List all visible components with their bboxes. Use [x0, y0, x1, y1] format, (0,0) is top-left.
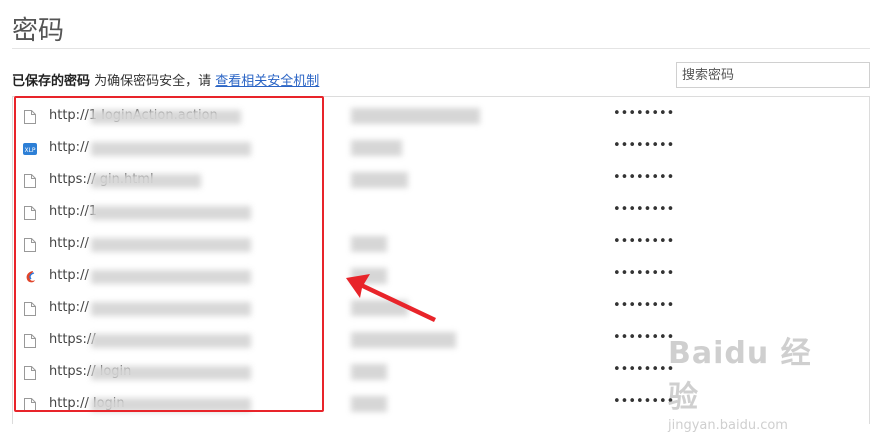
username-redacted [351, 108, 480, 124]
security-notice-text: 为确保密码安全，请 [90, 74, 216, 89]
password-dots: •••••••• [613, 394, 675, 409]
search-password-input[interactable] [676, 62, 870, 88]
saved-passwords-label: 已保存的密码 [12, 74, 91, 89]
password-dots: •••••••• [613, 234, 675, 249]
watermark-url: jingyan.baidu.com [668, 418, 788, 433]
page-title: 密码 [12, 16, 65, 46]
username-redacted [351, 236, 387, 252]
username-redacted [351, 332, 456, 348]
username-redacted [351, 140, 402, 156]
password-dots: •••••••• [613, 298, 675, 313]
password-dots: •••••••• [613, 106, 675, 121]
password-dots: •••••••• [613, 330, 675, 345]
password-dots: •••••••• [613, 202, 675, 217]
username-redacted [351, 172, 408, 188]
password-dots: •••••••• [613, 138, 675, 153]
title-divider [12, 48, 870, 49]
saved-passwords-info: 已保存的密码 为确保密码安全，请 查看相关安全机制 [12, 70, 319, 89]
password-dots: •••••••• [613, 266, 675, 281]
security-mechanism-link[interactable]: 查看相关安全机制 [215, 74, 319, 89]
password-dots: •••••••• [613, 362, 675, 377]
annotation-highlight-box [14, 96, 324, 412]
username-redacted [351, 396, 387, 412]
username-redacted [351, 364, 387, 380]
baidu-watermark: Baidu 经验 jingyan.baidu.com [668, 328, 838, 433]
password-dots: •••••••• [613, 170, 675, 185]
watermark-logo: Baidu 经验 [668, 336, 812, 415]
annotation-arrow-icon [346, 274, 436, 322]
